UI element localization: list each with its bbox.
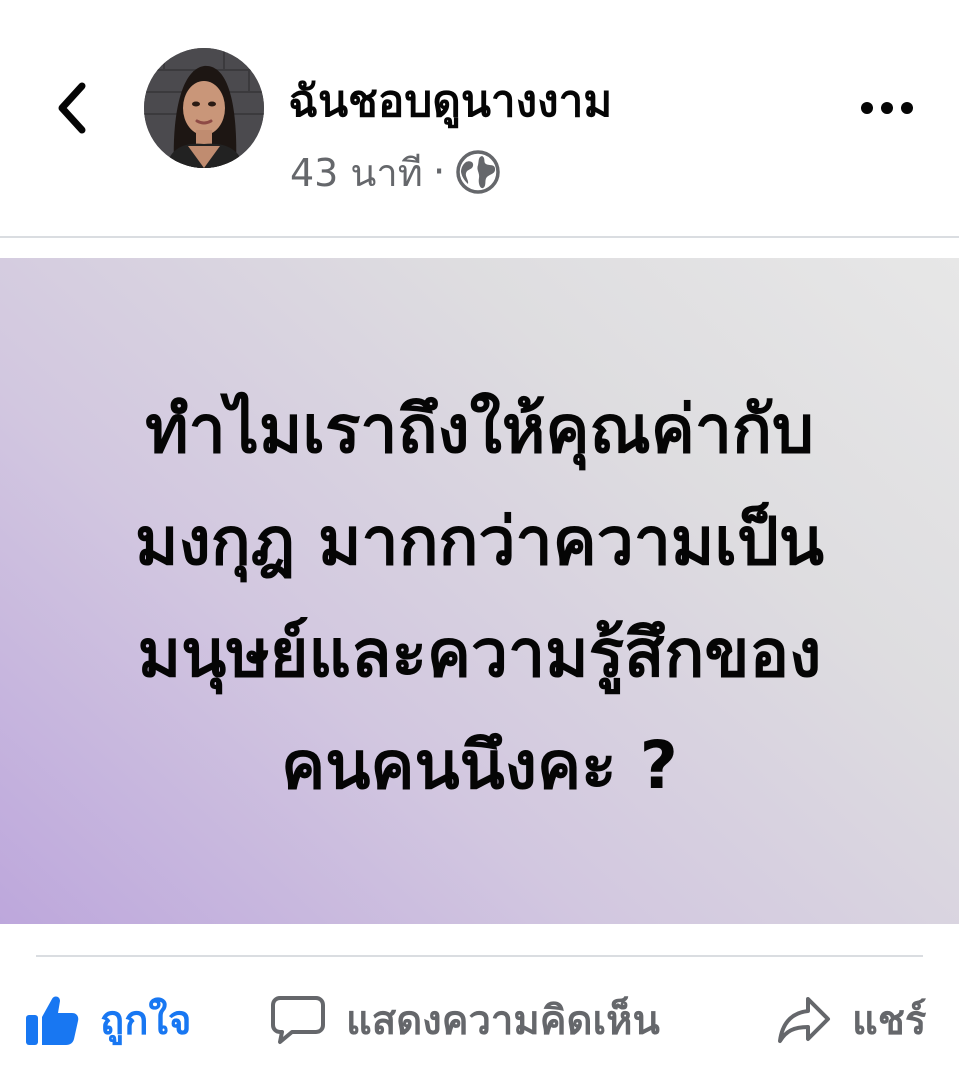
share-label: แชร์ (852, 998, 927, 1044)
more-options-button[interactable] (852, 80, 922, 136)
header-divider (0, 236, 959, 238)
post-content: ทำไมเราถึงให้คุณค่ากับ มงกุฎ มากกว่าความ… (0, 258, 959, 924)
post-line: คนคนนึงคะ ? (281, 727, 678, 804)
action-divider (36, 955, 923, 957)
like-button[interactable]: ถูกใจ (24, 980, 191, 1060)
post-header: ฉันชอบดูนางงาม 43 นาที · (0, 0, 959, 236)
like-label: ถูกใจ (100, 998, 192, 1044)
comment-icon (271, 996, 325, 1044)
meta-separator: · (432, 149, 446, 195)
comment-label: แสดงความคิดเห็น (346, 998, 660, 1044)
post-page: ฉันชอบดูนางงาม 43 นาที · ทำไมเราถึงให้คุ… (0, 0, 959, 1068)
avatar-image (144, 48, 264, 168)
post-line: มนุษย์และความรู้สึกของ (137, 615, 822, 692)
post-meta: 43 นาที · (290, 146, 500, 198)
author-name[interactable]: ฉันชอบดูนางงาม (288, 72, 612, 132)
share-button[interactable]: แชร์ (776, 980, 926, 1060)
share-arrow-icon (778, 997, 830, 1043)
back-button[interactable] (40, 76, 104, 140)
avatar[interactable] (144, 48, 264, 168)
post-line: ทำไมเราถึงให้คุณค่ากับ (145, 391, 814, 468)
more-horizontal-icon (861, 102, 913, 114)
chevron-left-icon (58, 82, 86, 134)
thumbs-up-icon (26, 996, 79, 1045)
comment-button[interactable]: แสดงความคิดเห็น (270, 980, 660, 1060)
globe-icon (455, 150, 500, 194)
action-bar: ถูกใจ แสดงความคิดเห็น แชร์ (0, 980, 959, 1060)
post-line: มงกุฎ มากกว่าความเป็น (135, 503, 824, 580)
post-text: ทำไมเราถึงให้คุณค่ากับ มงกุฎ มากกว่าความ… (70, 374, 890, 822)
post-time[interactable]: 43 นาที (290, 142, 423, 203)
